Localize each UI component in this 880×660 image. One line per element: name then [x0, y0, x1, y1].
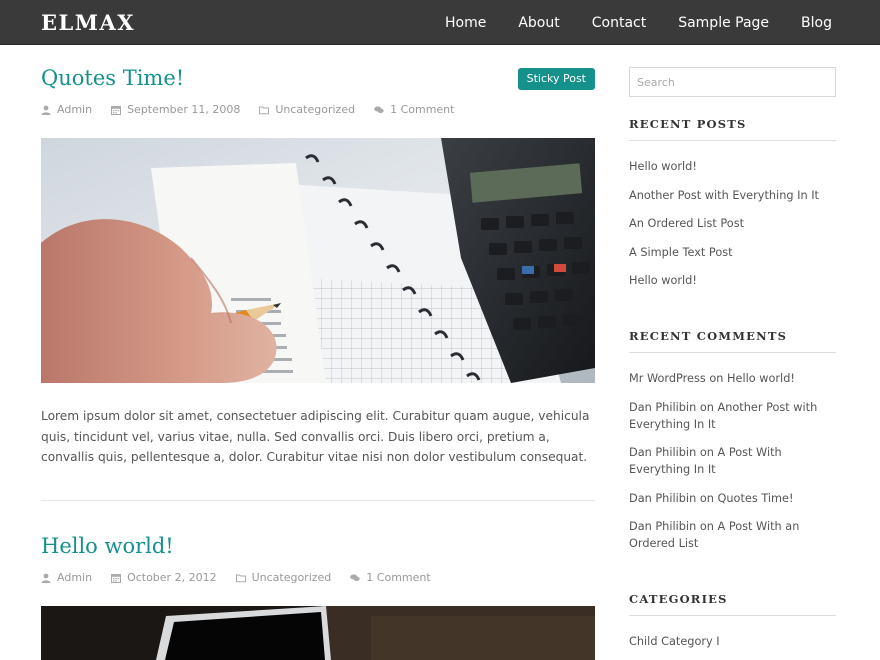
list-item: Dan Philibin on A Post With Everything I… — [629, 444, 836, 478]
nav-contact[interactable]: Contact — [592, 15, 646, 31]
calendar-icon — [111, 105, 122, 115]
category-link[interactable]: Child Category I — [629, 635, 720, 648]
post-date-text[interactable]: October 2, 2012 — [127, 571, 217, 584]
recent-posts-list: Hello world! Another Post with Everythin… — [629, 158, 836, 289]
comment-author: Dan Philibin — [629, 520, 697, 533]
user-icon — [41, 573, 51, 583]
post-category[interactable]: Uncategorized — [259, 103, 355, 116]
post-title[interactable]: Quotes Time! — [41, 66, 595, 90]
list-item: Another Post with Everything In It — [629, 187, 836, 204]
recent-post-link[interactable]: Hello world! — [629, 274, 697, 287]
post-date-text[interactable]: September 11, 2008 — [127, 103, 240, 116]
post-article: Hello world! Admin October 2, 2012 Uncat… — [41, 534, 595, 660]
recent-comments-list: Mr WordPress on Hello world! Dan Philibi… — [629, 370, 836, 552]
recent-comments-title: RECENT COMMENTS — [629, 329, 836, 353]
post-comments[interactable]: 1 Comment — [374, 103, 454, 116]
post-excerpt: Lorem ipsum dolor sit amet, consectetuer… — [41, 409, 590, 464]
list-item: A Simple Text Post — [629, 244, 836, 261]
post-meta: Admin September 11, 2008 Uncategorized 1… — [41, 103, 454, 116]
list-item: Hello world! — [629, 158, 836, 175]
calendar-icon — [111, 573, 122, 583]
recent-post-link[interactable]: A Simple Text Post — [629, 246, 733, 259]
main-nav: Home About Contact Sample Page Blog — [445, 0, 832, 45]
site-logo[interactable]: ELMAX — [41, 10, 135, 35]
list-item: Hello world! — [629, 272, 836, 289]
nav-about[interactable]: About — [518, 15, 559, 31]
list-item: An Ordered List Post — [629, 215, 836, 232]
nav-sample-page[interactable]: Sample Page — [678, 15, 769, 31]
post-author[interactable]: Admin — [41, 103, 92, 116]
laptop-photo — [41, 606, 595, 660]
recent-post-link[interactable]: Hello world! — [629, 160, 697, 173]
nav-home[interactable]: Home — [445, 15, 486, 31]
user-icon — [41, 105, 51, 115]
categories-list: Child Category I — [629, 633, 836, 650]
list-item: Mr WordPress on Hello world! — [629, 370, 836, 387]
post-category[interactable]: Uncategorized — [235, 571, 332, 584]
receipt-calculator-photo — [41, 138, 595, 383]
post-author-name[interactable]: Admin — [57, 571, 92, 584]
search-input[interactable] — [629, 67, 836, 97]
post-author-name[interactable]: Admin — [57, 103, 92, 116]
post-meta: Admin October 2, 2012 Uncategorized 1 Co… — [41, 571, 431, 584]
list-item: Child Category I — [629, 633, 836, 650]
recent-post-link[interactable]: An Ordered List Post — [629, 217, 744, 230]
nav-blog[interactable]: Blog — [801, 15, 832, 31]
comment-post-link[interactable]: Quotes Time! — [718, 492, 794, 505]
comment-author: Dan Philibin — [629, 400, 697, 414]
site-header: ELMAX Home About Contact Sample Page Blo… — [0, 0, 880, 45]
post-comments-text[interactable]: 1 Comment — [366, 571, 430, 584]
post-category-text[interactable]: Uncategorized — [275, 103, 355, 116]
folder-icon — [259, 106, 270, 114]
categories-title: CATEGORIES — [629, 592, 836, 616]
post-category-text[interactable]: Uncategorized — [252, 571, 332, 584]
comment-author: Dan Philibin — [629, 446, 697, 459]
recent-post-link[interactable]: Another Post with Everything In It — [629, 189, 819, 202]
comment-on: on — [699, 446, 714, 459]
comments-icon — [350, 574, 360, 581]
comment-author: Mr WordPress — [629, 372, 706, 385]
list-item: Dan Philibin on Quotes Time! — [629, 490, 836, 507]
post-comments[interactable]: 1 Comment — [350, 571, 431, 584]
post-featured-image[interactable] — [41, 606, 595, 660]
sticky-post-badge: Sticky Post — [517, 68, 595, 90]
comment-on: on — [699, 400, 714, 414]
post-comments-text[interactable]: 1 Comment — [390, 103, 454, 116]
list-item: Dan Philibin on A Post With an Ordered L… — [629, 518, 836, 552]
comment-on: on — [699, 491, 714, 505]
post-featured-image[interactable] — [41, 138, 595, 383]
post-article: Quotes Time! Sticky Post Admin September… — [41, 66, 595, 476]
recent-posts-title: RECENT POSTS — [629, 117, 836, 141]
comment-on: on — [709, 372, 724, 385]
comment-author: Dan Philibin — [629, 491, 697, 505]
folder-icon — [235, 574, 246, 582]
post-date[interactable]: September 11, 2008 — [111, 103, 240, 116]
post-divider — [41, 500, 595, 501]
post-date[interactable]: October 2, 2012 — [111, 571, 217, 584]
post-title[interactable]: Hello world! — [41, 534, 595, 558]
post-author[interactable]: Admin — [41, 571, 92, 584]
comments-icon — [374, 106, 384, 113]
comment-post-link[interactable]: Hello world! — [727, 372, 795, 385]
comment-on: on — [699, 520, 714, 533]
list-item: Dan Philibin on Another Post with Everyt… — [629, 399, 836, 433]
